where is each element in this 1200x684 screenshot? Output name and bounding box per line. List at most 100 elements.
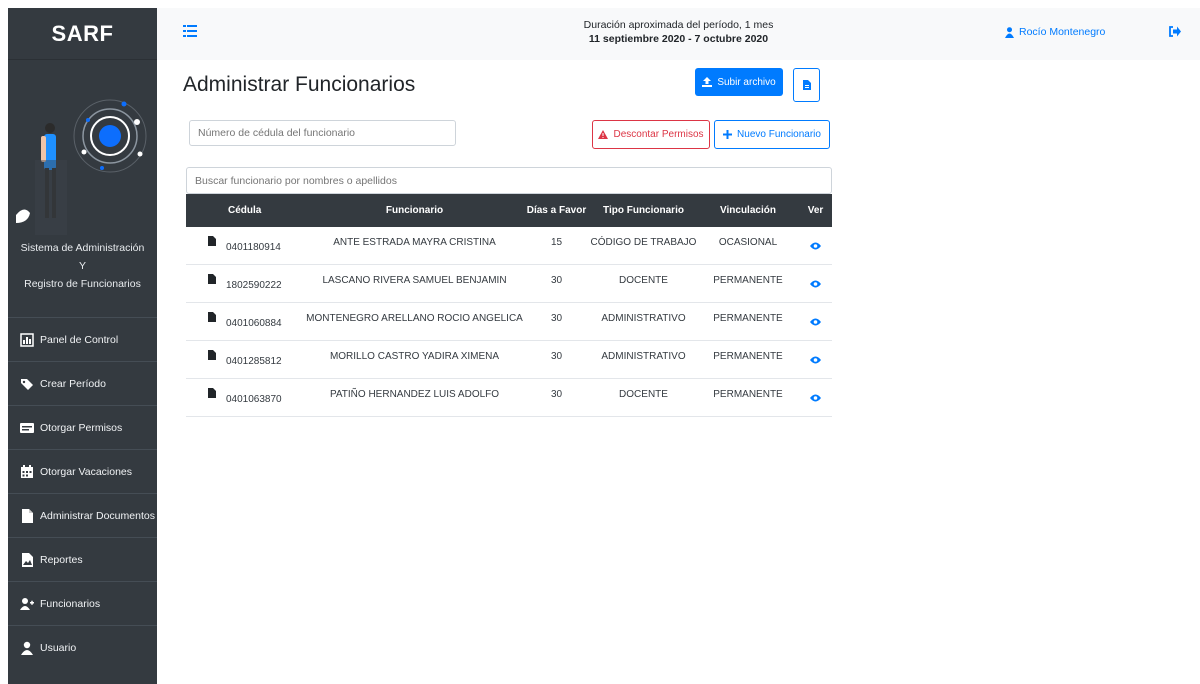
table-row: 0401063870 PATIÑO HERNANDEZ LUIS ADOLFO … bbox=[186, 379, 832, 417]
tipo-cell: DOCENTE bbox=[619, 389, 668, 400]
header-dias-favor[interactable]: Días a Favor bbox=[523, 205, 590, 216]
header-vinculacion[interactable]: Vinculación bbox=[697, 205, 799, 216]
eye-icon[interactable] bbox=[810, 280, 821, 288]
sidebar-item-label: Crear Período bbox=[40, 377, 106, 390]
dias-cell: 30 bbox=[550, 351, 563, 362]
sidebar-item-label: Administrar Documentos bbox=[40, 509, 155, 522]
sidebar-item-label: Otorgar Vacaciones bbox=[40, 465, 133, 478]
file-icon[interactable] bbox=[208, 311, 216, 322]
cedula-cell: 0401063870 bbox=[186, 387, 306, 405]
upload-file-button[interactable]: Subir archivo bbox=[695, 68, 783, 96]
file-icon[interactable] bbox=[208, 349, 216, 360]
warning-icon bbox=[598, 130, 609, 139]
user-menu[interactable]: Rocío Montenegro bbox=[1005, 26, 1105, 38]
user-plus-icon bbox=[20, 597, 34, 611]
page-title: Administrar Funcionarios bbox=[183, 73, 416, 96]
sidebar-item-label: Reportes bbox=[40, 553, 83, 566]
table-header: Cédula Funcionario Días a Favor Tipo Fun… bbox=[186, 194, 832, 227]
topbar: Duración aproximada del período, 1 mes 1… bbox=[157, 8, 1200, 60]
sidebar-item-label: Funcionarios bbox=[40, 597, 101, 610]
user-name: Rocío Montenegro bbox=[1019, 26, 1106, 38]
dias-cell: 30 bbox=[550, 313, 563, 324]
sidebar-item-label: Usuario bbox=[40, 641, 77, 654]
header-ver: Ver bbox=[807, 205, 824, 216]
vinculacion-cell: PERMANENTE bbox=[713, 351, 783, 362]
chart-icon bbox=[20, 332, 34, 347]
funcionario-cell: PATIÑO HERNANDEZ LUIS ADOLFO bbox=[329, 389, 500, 400]
cedula-value: 1802590222 bbox=[226, 280, 282, 291]
funcionario-cell: ANTE ESTRADA MAYRA CRISTINA bbox=[333, 237, 496, 248]
cedula-cell: 1802590222 bbox=[186, 273, 306, 291]
discount-permissions-label: Descontar Permisos bbox=[613, 129, 704, 140]
table-row: 1802590222 LASCANO RIVERA SAMUEL BENJAMI… bbox=[186, 265, 832, 303]
cedula-search-input[interactable] bbox=[189, 120, 456, 146]
table-row: 0401180914 ANTE ESTRADA MAYRA CRISTINA 1… bbox=[186, 227, 832, 265]
header-cedula[interactable]: Cédula bbox=[186, 205, 306, 216]
header-tipo-funcionario[interactable]: Tipo Funcionario bbox=[590, 205, 697, 216]
ver-cell bbox=[799, 242, 832, 250]
dias-cell: 30 bbox=[550, 275, 563, 286]
file-image-icon bbox=[20, 552, 34, 567]
ver-cell bbox=[799, 356, 832, 364]
dias-cell: 15 bbox=[550, 237, 563, 248]
upload-icon bbox=[702, 77, 713, 87]
file-icon[interactable] bbox=[208, 387, 216, 398]
sidebar-item-panel-control[interactable]: Panel de Control bbox=[8, 317, 157, 361]
user-icon bbox=[20, 641, 34, 655]
sidebar-item-label: Panel de Control bbox=[40, 333, 119, 346]
cedula-cell: 0401180914 bbox=[186, 235, 306, 253]
funcionario-cell: MORILLO CASTRO YADIRA XIMENA bbox=[329, 351, 500, 362]
vinculacion-cell: PERMANENTE bbox=[713, 389, 783, 400]
eye-icon[interactable] bbox=[810, 242, 821, 250]
table-row: 0401060884 MONTENEGRO ARELLANO ROCIO ANG… bbox=[186, 303, 832, 341]
eye-icon[interactable] bbox=[810, 318, 821, 326]
cedula-value: 0401180914 bbox=[226, 242, 281, 253]
cedula-cell: 0401060884 bbox=[186, 311, 306, 329]
cedula-value: 0401285812 bbox=[226, 356, 282, 367]
header-funcionario[interactable]: Funcionario bbox=[306, 205, 523, 216]
name-search-input[interactable] bbox=[186, 167, 832, 194]
ver-cell bbox=[799, 394, 832, 402]
tags-icon bbox=[20, 377, 34, 391]
upload-file-label: Subir archivo bbox=[717, 76, 776, 88]
logout-icon[interactable] bbox=[1168, 25, 1181, 38]
tipo-cell: ADMINISTRATIVO bbox=[601, 313, 686, 324]
cedula-value: 0401060884 bbox=[226, 318, 282, 329]
table-row: 0401285812 MORILLO CASTRO YADIRA XIMENA … bbox=[186, 341, 832, 379]
sidebar-item-otorgar-vacaciones[interactable]: Otorgar Vacaciones bbox=[8, 449, 157, 493]
plus-icon bbox=[723, 130, 733, 139]
new-employee-button[interactable]: Nuevo Funcionario bbox=[714, 120, 830, 149]
system-title: Sistema de Administración Y Registro de … bbox=[8, 235, 157, 317]
sidebar-illustration bbox=[8, 60, 157, 235]
employees-table: Cédula Funcionario Días a Favor Tipo Fun… bbox=[186, 194, 832, 417]
sidebar-item-administrar-documentos[interactable]: Administrar Documentos bbox=[8, 493, 157, 537]
sidebar-item-otorgar-permisos[interactable]: Otorgar Permisos bbox=[8, 405, 157, 449]
file-icon[interactable] bbox=[208, 273, 216, 284]
file-icon bbox=[802, 80, 811, 90]
system-title-line3: Registro de Funcionarios bbox=[24, 278, 141, 290]
sidebar-item-usuario[interactable]: Usuario bbox=[8, 625, 157, 669]
sidebar-item-reportes[interactable]: Reportes bbox=[8, 537, 157, 581]
sidebar-item-crear-periodo[interactable]: Crear Período bbox=[8, 361, 157, 405]
tipo-cell: DOCENTE bbox=[619, 275, 668, 286]
document-button[interactable] bbox=[793, 68, 820, 102]
user-icon bbox=[1005, 26, 1014, 38]
id-card-icon bbox=[20, 421, 34, 435]
sidebar: SARF Sistema de Administración Y Registr… bbox=[8, 8, 157, 684]
sidebar-item-funcionarios[interactable]: Funcionarios bbox=[8, 581, 157, 625]
file-icon[interactable] bbox=[208, 235, 216, 246]
dias-cell: 30 bbox=[550, 389, 563, 400]
eye-icon[interactable] bbox=[810, 394, 821, 402]
system-title-line1: Sistema de Administración bbox=[20, 242, 145, 254]
funcionario-cell: MONTENEGRO ARELLANO ROCIO ANGELICA bbox=[306, 313, 523, 324]
sidebar-item-label: Otorgar Permisos bbox=[40, 421, 123, 434]
eye-icon[interactable] bbox=[810, 356, 821, 364]
vinculacion-cell: PERMANENTE bbox=[713, 313, 783, 324]
calendar-icon bbox=[20, 464, 34, 479]
brand-logo[interactable]: SARF bbox=[8, 8, 157, 60]
discount-permissions-button[interactable]: Descontar Permisos bbox=[592, 120, 710, 149]
ver-cell bbox=[799, 318, 832, 326]
cedula-value: 0401063870 bbox=[226, 394, 282, 405]
tipo-cell: CÓDIGO DE TRABAJO bbox=[590, 237, 697, 248]
funcionario-cell: LASCANO RIVERA SAMUEL BENJAMIN bbox=[322, 275, 507, 286]
